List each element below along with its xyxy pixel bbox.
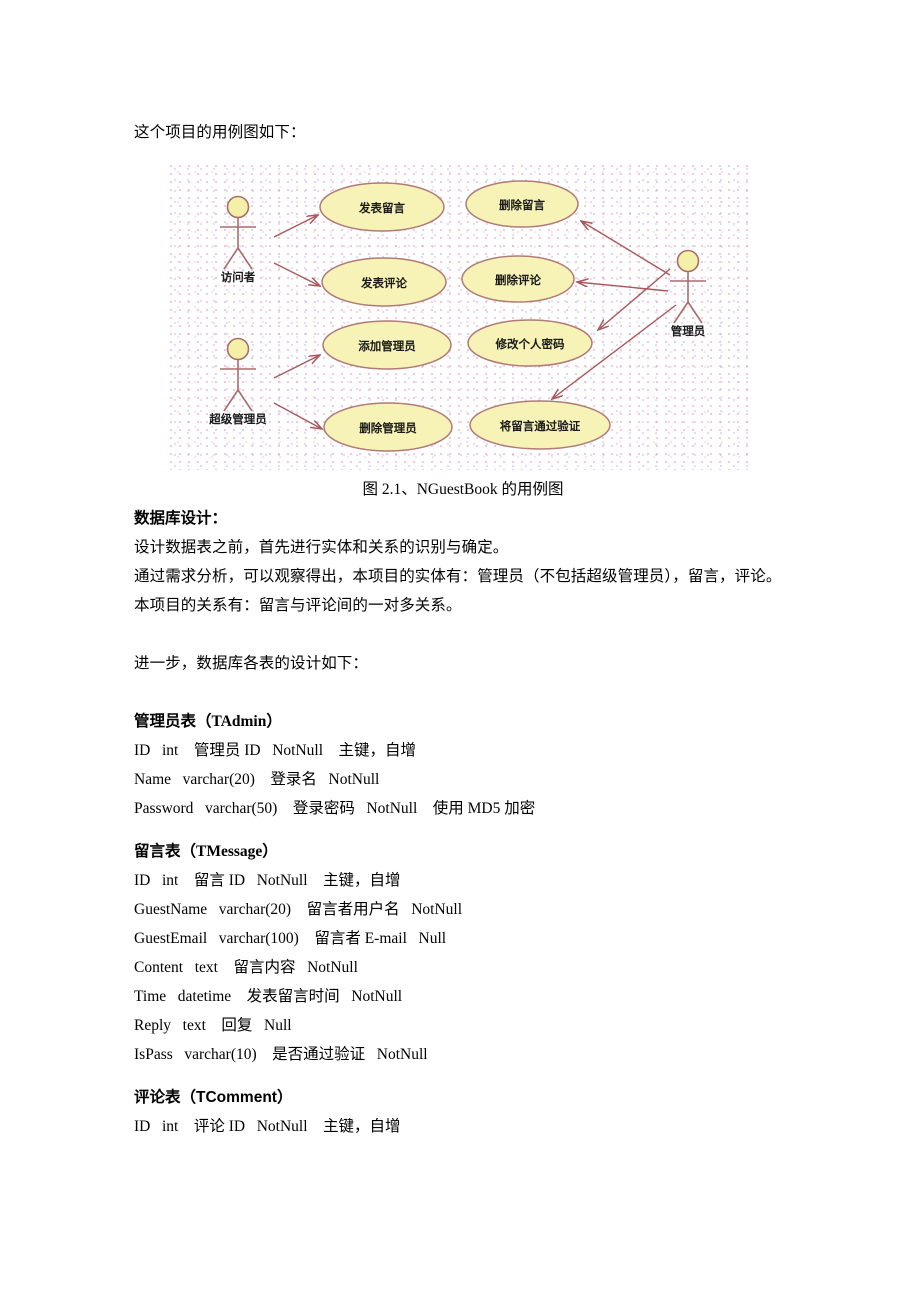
paragraph-2: 通过需求分析，可以观察得出，本项目的实体有：管理员（不包括超级管理员），留言，评… xyxy=(134,568,782,614)
assoc-visitor-post-message xyxy=(273,215,318,238)
use-case-delete-message: 删除留言 xyxy=(465,180,579,228)
assoc-admin-delete-message xyxy=(581,221,671,276)
use-case-post-comment: 发表评论 xyxy=(321,257,447,307)
assoc-visitor-post-comment xyxy=(273,262,320,286)
use-case-label-change-password: 修改个人密码 xyxy=(495,337,565,351)
use-case-label-post-comment: 发表评论 xyxy=(360,276,407,290)
use-case-label-delete-admin: 删除管理员 xyxy=(359,421,417,435)
field-row: Content text 留言内容 NotNull xyxy=(134,959,358,976)
field-row: GuestEmail varchar(100) 留言者 E-mail Null xyxy=(134,930,447,947)
document-page: 这个项目的用例图如下： 访问者 超级管理员 管理员 发表留言 删除留言 发表评论… xyxy=(0,0,920,1302)
actor-admin: 管理员 xyxy=(670,249,706,338)
assoc-admin-change-password xyxy=(598,268,671,330)
section-heading-database-design: 数据库设计： xyxy=(134,510,228,527)
use-case-label-approve-message: 将留言通过验证 xyxy=(500,419,581,433)
use-case-label-add-admin: 添加管理员 xyxy=(358,339,416,353)
paragraph-1: 设计数据表之前，首先进行实体和关系的识别与确定。 xyxy=(134,539,509,556)
use-case-change-password: 修改个人密码 xyxy=(467,319,593,367)
field-row: ID int 评论 ID NotNull 主键，自增 xyxy=(134,1118,401,1135)
field-row: IsPass varchar(10) 是否通过验证 NotNull xyxy=(134,1046,428,1063)
actor-label-admin: 管理员 xyxy=(671,324,706,338)
figure-caption: 图 2.1、NGuestBook 的用例图 xyxy=(362,481,564,498)
field-row: ID int 管理员 ID NotNull 主键，自增 xyxy=(134,742,417,759)
association-arrows xyxy=(273,215,677,429)
table-heading-tmessage: 留言表（TMessage） xyxy=(134,843,278,860)
actor-label-super-admin: 超级管理员 xyxy=(208,412,267,426)
field-row: Name varchar(20) 登录名 NotNull xyxy=(134,771,380,788)
use-case-label-delete-message: 删除留言 xyxy=(499,198,545,212)
assoc-superadmin-add-admin xyxy=(273,355,320,379)
assoc-admin-delete-comment xyxy=(577,282,669,292)
diagram-canvas: 访问者 超级管理员 管理员 发表留言 删除留言 发表评论 删除评论 添加管理员 … xyxy=(208,180,706,452)
use-case-add-admin: 添加管理员 xyxy=(322,320,452,370)
use-case-approve-message: 将留言通过验证 xyxy=(469,400,611,450)
actor-super-admin: 超级管理员 xyxy=(208,337,267,426)
intro-line: 这个项目的用例图如下： xyxy=(134,124,306,141)
paragraph-3: 进一步，数据库各表的设计如下： xyxy=(134,655,369,672)
field-row: Password varchar(50) 登录密码 NotNull 使用 MD5… xyxy=(134,800,536,817)
field-row: ID int 留言 ID NotNull 主键，自增 xyxy=(134,872,401,889)
use-case-post-message: 发表留言 xyxy=(319,182,445,232)
table-heading-tadmin: 管理员表（TAdmin） xyxy=(134,713,282,730)
actor-label-visitor: 访问者 xyxy=(221,270,256,284)
use-case-label-post-message: 发表留言 xyxy=(358,201,405,215)
use-case-label-delete-comment: 删除评论 xyxy=(495,273,541,287)
use-case-delete-admin: 删除管理员 xyxy=(323,402,453,452)
use-case-delete-comment: 删除评论 xyxy=(461,255,575,303)
field-row: GuestName varchar(20) 留言者用户名 NotNull xyxy=(134,901,463,918)
assoc-superadmin-delete-admin xyxy=(273,402,322,429)
use-case-diagram: 访问者 超级管理员 管理员 发表留言 删除留言 发表评论 删除评论 添加管理员 … xyxy=(170,165,752,470)
table-heading-tcomment: 评论表（TComment） xyxy=(134,1089,293,1106)
field-row: Reply text 回复 Null xyxy=(134,1017,292,1034)
actor-visitor: 访问者 xyxy=(220,195,256,284)
field-row: Time datetime 发表留言时间 NotNull xyxy=(134,988,403,1005)
